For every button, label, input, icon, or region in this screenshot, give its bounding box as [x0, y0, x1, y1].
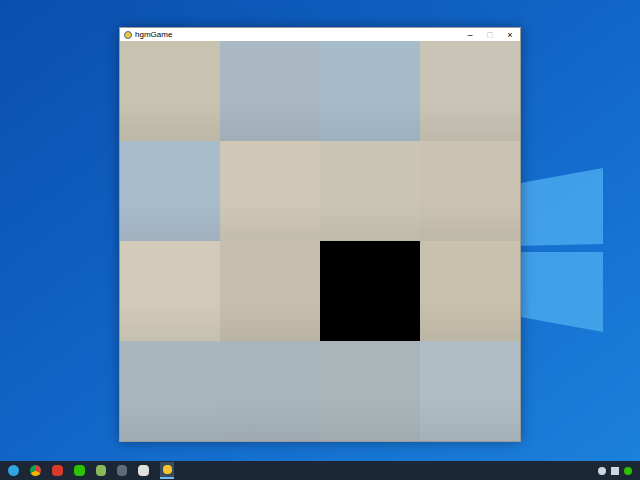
minimize-button[interactable]: – [460, 28, 480, 41]
puzzle-tile[interactable] [120, 341, 220, 441]
puzzle-tile[interactable] [120, 41, 220, 141]
title-bar[interactable]: hgmGame –□× [120, 28, 520, 41]
tray-app-icon[interactable] [624, 467, 632, 475]
tray-volume-icon[interactable] [611, 467, 619, 475]
puzzle-tile[interactable] [220, 41, 320, 141]
puzzle-tile[interactable] [120, 241, 220, 341]
puzzle-tile[interactable] [320, 341, 420, 441]
tray-wifi-icon[interactable] [598, 467, 606, 475]
puzzle-tile[interactable] [420, 241, 520, 341]
pygame-taskbar-icon[interactable] [160, 462, 174, 479]
puzzle-tile[interactable] [220, 141, 320, 241]
taskbar [0, 461, 640, 480]
puzzle-tile[interactable] [420, 41, 520, 141]
close-button[interactable]: × [500, 28, 520, 41]
puzzle-tile[interactable] [320, 141, 420, 241]
pygame-icon [124, 31, 132, 39]
puzzle-tile[interactable] [420, 341, 520, 441]
game-window: hgmGame –□× [119, 27, 521, 442]
maximize-button[interactable]: □ [480, 28, 500, 41]
notepad-icon[interactable] [96, 465, 106, 476]
app-icon[interactable] [138, 465, 149, 476]
puzzle-tile[interactable] [220, 341, 320, 441]
puzzle-board [120, 41, 520, 441]
puzzle-tile[interactable] [320, 41, 420, 141]
chrome-icon[interactable] [30, 465, 41, 476]
wechat-icon[interactable] [74, 465, 85, 476]
puzzle-tile[interactable] [420, 141, 520, 241]
puzzle-tile[interactable] [220, 241, 320, 341]
edge-icon[interactable] [8, 465, 19, 476]
window-title: hgmGame [135, 30, 172, 40]
puzzle-tile[interactable] [120, 141, 220, 241]
desktop: hgmGame –□× [0, 0, 640, 480]
wps-icon[interactable] [52, 465, 63, 476]
empty-slot[interactable] [320, 241, 420, 341]
windows-logo-icon [515, 168, 607, 332]
calculator-icon[interactable] [117, 465, 127, 476]
